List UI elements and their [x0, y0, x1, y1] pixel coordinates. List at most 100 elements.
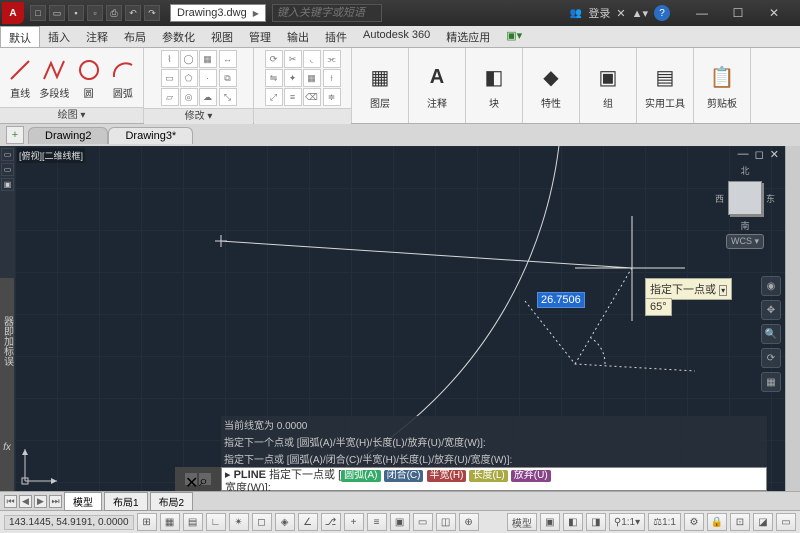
fx-icon[interactable]: fx	[3, 442, 11, 453]
sm-trim-icon[interactable]: ✂	[284, 50, 302, 68]
kw-length[interactable]: 长度(L)	[469, 470, 507, 482]
properties-button[interactable]: ◆特性	[527, 61, 575, 110]
tab-manage[interactable]: 管理	[241, 26, 279, 47]
command-line-handle[interactable]: ✕⌕	[175, 467, 221, 491]
status-model-button[interactable]: 模型	[507, 513, 537, 531]
tab-annotate[interactable]: 注释	[78, 26, 116, 47]
sm-hatch-icon[interactable]: ▦	[199, 50, 217, 68]
status-otrack-icon[interactable]: ∠	[298, 513, 318, 531]
qat-save-icon[interactable]: ▪	[68, 5, 84, 21]
status-iso-icon[interactable]: ◪	[753, 513, 773, 531]
tab-expand-icon[interactable]: ▣▾	[498, 26, 530, 47]
palette-btn-1[interactable]: ▭	[1, 148, 14, 161]
sm-array-icon[interactable]: ▦	[303, 69, 321, 87]
sm-mirror-icon[interactable]: ⇋	[265, 69, 283, 87]
circle-button[interactable]: 圆	[73, 56, 105, 100]
palette-btn-3[interactable]: ▣	[1, 178, 14, 191]
qat-saveas-icon[interactable]: ▫	[87, 5, 103, 21]
people-icon[interactable]: 👥	[570, 8, 582, 19]
sm-erase-icon[interactable]: ⌫	[303, 88, 321, 106]
help-icon[interactable]: ?	[654, 5, 670, 21]
status-ortho-icon[interactable]: ∟	[206, 513, 226, 531]
layout2-tab[interactable]: 布局2	[150, 492, 194, 511]
group-button[interactable]: ▣组	[584, 61, 632, 110]
sm-region-icon[interactable]: ▱	[161, 88, 179, 106]
sm-revision-icon[interactable]: ☁	[199, 88, 217, 106]
polyline-button[interactable]: 多段线	[38, 56, 70, 100]
sm-ellipse-icon[interactable]: ◯	[180, 50, 198, 68]
sm-donut-icon[interactable]: ◎	[180, 88, 198, 106]
new-drawing-button[interactable]: +	[6, 126, 24, 144]
kw-close[interactable]: 闭合(C)	[384, 470, 424, 482]
qat-redo-icon[interactable]: ↷	[144, 5, 160, 21]
kw-arc[interactable]: 圆弧(A)	[341, 470, 380, 482]
close-button[interactable]: ✕	[756, 3, 792, 23]
layout-nav-next-icon[interactable]: ▶	[34, 495, 47, 508]
sm-stretch-icon[interactable]: ⤡	[219, 88, 237, 106]
status-maxvp-icon[interactable]: ▣	[540, 513, 560, 531]
tab-output[interactable]: 输出	[279, 26, 317, 47]
status-am-icon[interactable]: ⊕	[459, 513, 479, 531]
status-ws-icon[interactable]: ⚙	[684, 513, 704, 531]
sm-fillet-icon[interactable]: ◟	[303, 50, 321, 68]
sm-offset-icon[interactable]: ≡	[284, 88, 302, 106]
drawing-canvas[interactable]: [俯视][二维线框] — ◻ ✕ 北 西 东 南 WCS ▾ ◉ ✥ 🔍 ⟳ ▦	[15, 146, 785, 491]
app-icon[interactable]: A	[2, 2, 24, 24]
layout-nav-first-icon[interactable]: ⏮	[4, 495, 17, 508]
tab-featured[interactable]: 精选应用	[438, 26, 498, 47]
dynamic-length-input[interactable]: 26.7506	[537, 292, 585, 308]
sm-polygon-icon[interactable]: ⬠	[180, 69, 198, 87]
sm-join-icon[interactable]: ⫘	[323, 50, 341, 68]
qat-open-icon[interactable]: ▭	[49, 5, 65, 21]
vertical-scrollbar[interactable]	[785, 146, 800, 491]
sm-rotate-icon[interactable]: ⟳	[265, 50, 283, 68]
sm-copy-icon[interactable]: ⧉	[219, 69, 237, 87]
model-tab[interactable]: 模型	[64, 492, 102, 511]
qat-print-icon[interactable]: ⎙	[106, 5, 122, 21]
status-annoscale[interactable]: ⚲ 1:1▾	[609, 513, 645, 531]
layers-button[interactable]: ▦图层	[356, 61, 404, 110]
command-input[interactable]: ▸ PLINE 指定下一点或 [圆弧(A) 闭合(C) 半宽(H) 长度(L) …	[221, 467, 767, 491]
palette-btn-2[interactable]: ▭	[1, 163, 14, 176]
sm-spline-icon[interactable]: ⌇	[161, 50, 179, 68]
status-osnap-icon[interactable]: ◻	[252, 513, 272, 531]
sm-scale-icon[interactable]: ⤢	[265, 88, 283, 106]
maximize-button[interactable]: ☐	[720, 3, 756, 23]
panel-title-draw[interactable]: 绘图 ▾	[0, 107, 143, 123]
doc-tab-1[interactable]: Drawing2	[28, 127, 108, 144]
coordinates-readout[interactable]: 143.1445, 54.9191, 0.0000	[4, 515, 134, 530]
status-sc-icon[interactable]: ◫	[436, 513, 456, 531]
status-qvl-icon[interactable]: ◨	[586, 513, 606, 531]
status-snap-icon[interactable]: ▦	[160, 513, 180, 531]
signin-link[interactable]: 登录	[588, 5, 610, 21]
minimize-button[interactable]: —	[684, 3, 720, 23]
status-ducs-icon[interactable]: ⎇	[321, 513, 341, 531]
tab-default[interactable]: 默认	[0, 26, 40, 47]
utilities-button[interactable]: ▤实用工具	[641, 61, 689, 110]
layout1-tab[interactable]: 布局1	[104, 492, 148, 511]
qat-undo-icon[interactable]: ↶	[125, 5, 141, 21]
sm-point-icon[interactable]: ·	[199, 69, 217, 87]
sm-break-icon[interactable]: ⟊	[323, 69, 341, 87]
tab-parametric[interactable]: 参数化	[154, 26, 203, 47]
annotate-button[interactable]: A注释	[413, 61, 461, 110]
tab-view[interactable]: 视图	[203, 26, 241, 47]
doc-tab-2[interactable]: Drawing3*	[108, 127, 193, 144]
status-polar-icon[interactable]: ✴	[229, 513, 249, 531]
arc-button[interactable]: 圆弧	[107, 56, 139, 100]
search-input[interactable]	[272, 4, 382, 22]
clipboard-button[interactable]: 📋剪贴板	[698, 61, 746, 110]
tab-addins[interactable]: 插件	[317, 26, 355, 47]
status-hw-icon[interactable]: ⊡	[730, 513, 750, 531]
status-grid-icon[interactable]: ▤	[183, 513, 203, 531]
tab-insert[interactable]: 插入	[40, 26, 78, 47]
status-lwt-icon[interactable]: ≡	[367, 513, 387, 531]
status-dyn-icon[interactable]: +	[344, 513, 364, 531]
side-palette-collapsed[interactable]: 器即加标误 fx	[0, 278, 14, 491]
status-qp-icon[interactable]: ▭	[413, 513, 433, 531]
status-tpy-icon[interactable]: ▣	[390, 513, 410, 531]
layout-nav-last-icon[interactable]: ⏭	[49, 495, 62, 508]
qat-new-icon[interactable]: □	[30, 5, 46, 21]
sm-explode-icon[interactable]: ✦	[284, 69, 302, 87]
panel-title-modify[interactable]: 修改 ▾	[144, 108, 253, 124]
